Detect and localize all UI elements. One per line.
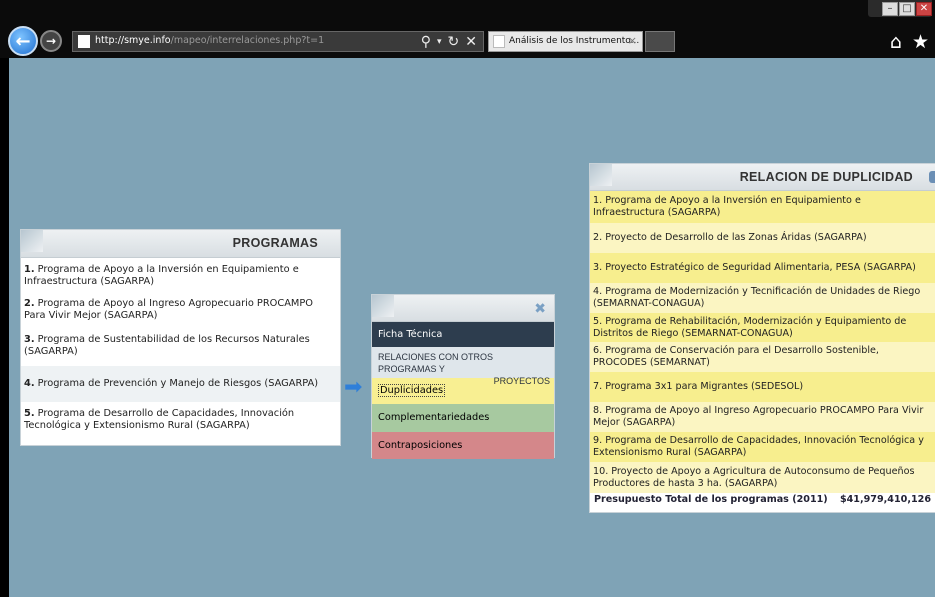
- program-text: Programa de Apoyo a la Inversión en Equi…: [24, 264, 299, 287]
- relations-menu-panel: ✖ Ficha Técnica RELACIONES CON OTROS PRO…: [371, 294, 555, 459]
- duplicidad-header: RELACION DE DUPLICIDAD: [590, 164, 935, 191]
- duplicidad-item-3[interactable]: 3. Proyecto Estratégico de Seguridad Ali…: [590, 253, 935, 283]
- programs-header: PROGRAMAS: [21, 230, 340, 258]
- program-number: 3.: [24, 334, 35, 345]
- arrow-left-icon: ←: [15, 30, 31, 52]
- program-text: Programa de Prevención y Manejo de Riesg…: [34, 378, 319, 389]
- relaciones-heading: RELACIONES CON OTROS PROGRAMAS Y PROYECT…: [372, 347, 554, 386]
- program-number: 2.: [24, 298, 35, 309]
- duplicidad-panel: RELACION DE DUPLICIDAD 1. Programa de Ap…: [589, 163, 935, 513]
- duplicidad-item-7[interactable]: 7. Programa 3x1 para Migrantes (SEDESOL): [590, 372, 935, 402]
- total-label: Presupuesto Total de los programas (2011…: [594, 494, 828, 505]
- program-item-3[interactable]: 3. Programa de Sustentabilidad de los Re…: [21, 330, 340, 366]
- url-host: http://smye.info: [95, 35, 171, 46]
- duplicidad-item-1[interactable]: 1. Programa de Apoyo a la Inversión en E…: [590, 191, 935, 223]
- address-bar[interactable]: http://smye.info/mapeo/interrelaciones.p…: [72, 31, 484, 52]
- url-text[interactable]: http://smye.info/mapeo/interrelaciones.p…: [95, 35, 324, 46]
- url-path: /mapeo/interrelaciones.php?t=1: [170, 35, 325, 46]
- program-item-2[interactable]: 2. Programa de Apoyo al Ingreso Agropecu…: [21, 294, 340, 330]
- program-item-1[interactable]: 1. Programa de Apoyo a la Inversión en E…: [21, 258, 340, 294]
- minimize-icon[interactable]: –: [882, 2, 898, 16]
- program-text: Programa de Sustentabilidad de los Recur…: [24, 334, 310, 357]
- favorites-star-icon[interactable]: ★: [912, 31, 929, 53]
- selected-arrow-icon: ➡: [344, 375, 363, 400]
- duplicidad-item-6[interactable]: 6. Programa de Conservación para el Desa…: [590, 342, 935, 372]
- tab-favicon-icon: [493, 35, 505, 48]
- refresh-icon[interactable]: ↻: [448, 34, 460, 50]
- header-corner-decoration: [590, 164, 612, 186]
- duplicidad-title: RELACION DE DUPLICIDAD: [739, 170, 913, 184]
- duplicidad-item-8[interactable]: 8. Programa de Apoyo al Ingreso Agropecu…: [590, 402, 935, 432]
- complementariedades-item[interactable]: Complementariedades: [372, 404, 554, 432]
- tab-close-icon[interactable]: ×: [628, 34, 637, 47]
- stop-icon[interactable]: ✕: [465, 34, 477, 50]
- header-corner-decoration: [372, 295, 394, 317]
- arrow-right-icon: →: [45, 34, 57, 48]
- contraposiciones-item[interactable]: Contraposiciones: [372, 432, 554, 459]
- relaciones-heading-line1: RELACIONES CON OTROS PROGRAMAS Y: [378, 352, 494, 374]
- browser-toolbar: – □ ✕ ← → http://smye.info/mapeo/interre…: [0, 0, 935, 58]
- tab-title: Análisis de los Instrumento...: [509, 36, 640, 46]
- dropdown-icon[interactable]: ▾: [437, 37, 442, 47]
- tab-analisis[interactable]: Análisis de los Instrumento... ×: [488, 31, 643, 52]
- program-item-4[interactable]: 4. Programa de Prevención y Manejo de Ri…: [21, 366, 340, 402]
- duplicidad-item-4[interactable]: 4. Programa de Modernización y Tecnifica…: [590, 283, 935, 313]
- window-controls: – □ ✕: [868, 0, 932, 17]
- page-favicon-icon: [78, 35, 90, 48]
- home-icon[interactable]: ⌂: [890, 31, 902, 53]
- program-number: 5.: [24, 408, 35, 419]
- programs-panel: PROGRAMAS 1. Programa de Apoyo a la Inve…: [20, 229, 341, 446]
- program-text: Programa de Desarrollo de Capacidades, I…: [24, 408, 295, 431]
- address-bar-icons: ⚲ ▾ ↻ ✕: [421, 32, 477, 51]
- search-icon[interactable]: ⚲: [421, 34, 431, 50]
- duplicidad-item-2[interactable]: 2. Proyecto de Desarrollo de las Zonas Á…: [590, 223, 935, 253]
- new-tab-button[interactable]: [645, 31, 675, 52]
- left-window-edge: [0, 0, 9, 597]
- program-number: 1.: [24, 264, 35, 275]
- programs-title: PROGRAMAS: [232, 236, 318, 250]
- total-value: $41,979,410,126: [839, 494, 931, 505]
- duplicidades-label: Duplicidades: [378, 384, 446, 397]
- ficha-tecnica-item[interactable]: Ficha Técnica: [372, 322, 554, 347]
- toolbar-right-icons: ⌂ ★: [890, 31, 929, 53]
- program-item-5[interactable]: 5. Programa de Desarrollo de Capacidades…: [21, 402, 340, 438]
- close-window-icon[interactable]: ✕: [916, 2, 932, 16]
- back-button[interactable]: ←: [8, 26, 38, 56]
- duplicidad-item-5[interactable]: 5. Programa de Rehabilitación, Moderniza…: [590, 313, 935, 342]
- program-number: 4.: [24, 378, 35, 389]
- program-text: Programa de Apoyo al Ingreso Agropecuari…: [24, 298, 313, 321]
- header-corner-decoration: [21, 230, 43, 252]
- menu-header: ✖: [372, 295, 554, 322]
- forward-button[interactable]: →: [40, 30, 62, 52]
- duplicidad-item-9[interactable]: 9. Programa de Desarrollo de Capacidades…: [590, 432, 935, 462]
- settings-icon[interactable]: [929, 171, 935, 183]
- presupuesto-total-row: Presupuesto Total de los programas (2011…: [590, 493, 935, 507]
- close-icon[interactable]: ✖: [534, 301, 546, 317]
- duplicidad-item-10[interactable]: 10. Proyecto de Apoyo a Agricultura de A…: [590, 462, 935, 493]
- maximize-icon[interactable]: □: [899, 2, 915, 16]
